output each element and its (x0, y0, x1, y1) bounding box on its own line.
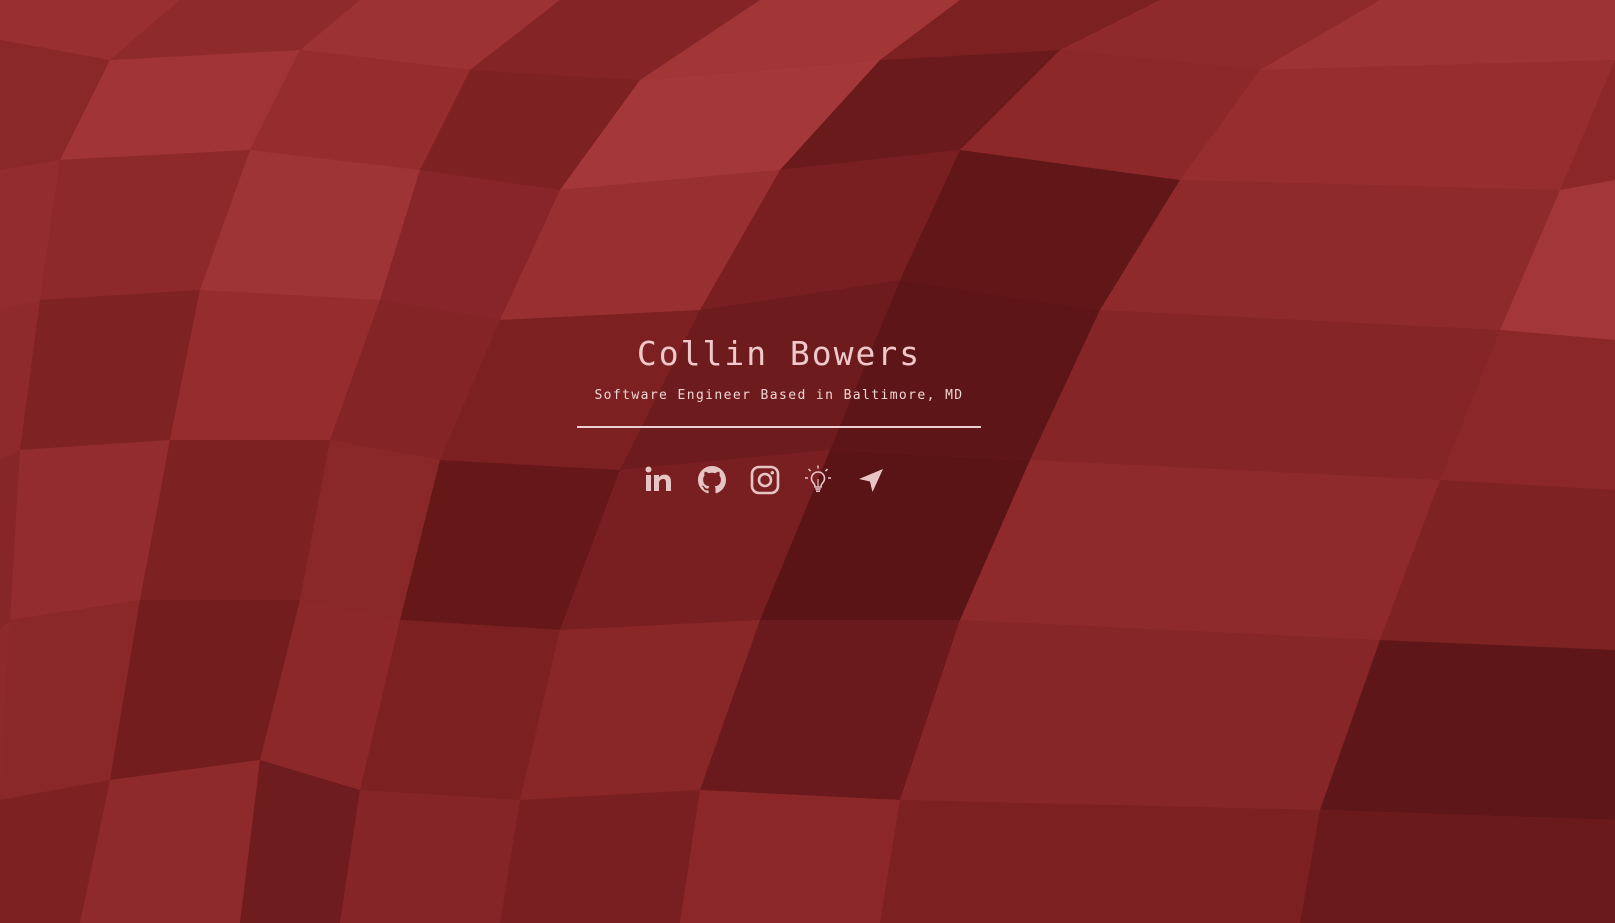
lightbulb-icon[interactable] (800, 462, 836, 498)
subtitle: Software Engineer Based in Baltimore, MD (594, 388, 964, 403)
social-links (641, 462, 889, 498)
hero: Collin Bowers Software Engineer Based in… (0, 0, 1615, 923)
github-icon[interactable] (694, 462, 730, 498)
send-icon[interactable] (853, 462, 889, 498)
page-title: Collin Bowers (636, 334, 922, 373)
divider (577, 426, 981, 428)
instagram-icon[interactable] (747, 462, 783, 498)
linkedin-icon[interactable] (641, 462, 677, 498)
